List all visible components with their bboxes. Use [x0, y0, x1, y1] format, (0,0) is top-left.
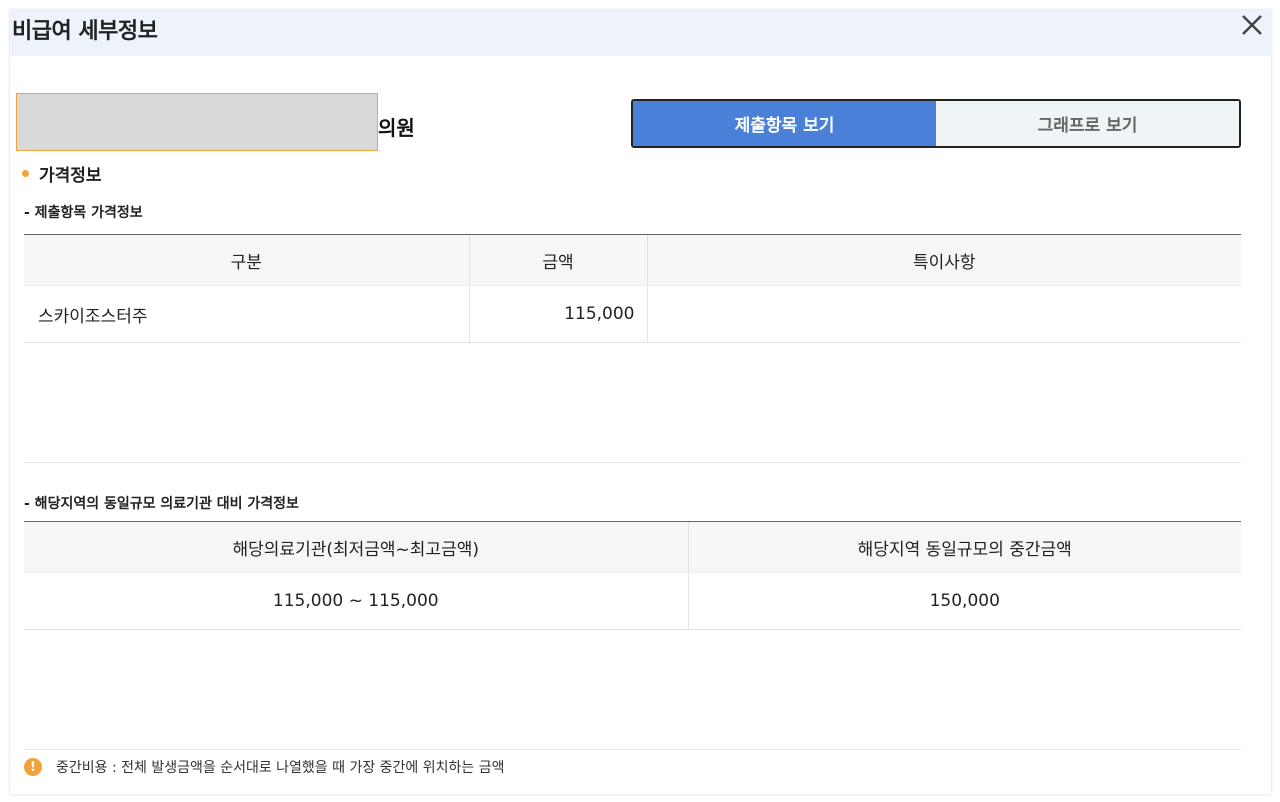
view-toggle: 제출항목 보기 그래프로 보기: [631, 99, 1241, 148]
footnote-text: 중간비용 : 전체 발생금액을 순서대로 나열했을 때 가장 중간에 위치하는 …: [56, 760, 505, 776]
submitted-price-subtitle: - 제출항목 가격정보: [24, 205, 143, 221]
column-header-note: 특이사항: [646, 234, 1241, 286]
close-icon: [1242, 15, 1262, 35]
table-header-row: 해당의료기관(최저금액~최고금액) 해당지역 동일규모의 중간금액: [24, 521, 1241, 573]
price-info-title: 가격정보: [39, 166, 102, 186]
clinic-name-redacted: [16, 93, 378, 151]
column-header-category: 구분: [24, 234, 469, 286]
bullet-dot-icon: [22, 170, 29, 177]
footnote-divider: [24, 749, 1241, 750]
cell-amount: 115,000: [468, 285, 647, 343]
column-header-clinic-range: 해당의료기관(최저금액~최고금액): [24, 521, 688, 573]
close-button[interactable]: [1237, 10, 1267, 44]
cell-note: [646, 285, 1241, 343]
table-row: 115,000 ~ 115,000 150,000: [24, 572, 1241, 630]
cell-price-range: 115,000 ~ 115,000: [24, 572, 688, 630]
table-row: 스카이조스터주 115,000: [24, 285, 1241, 343]
submitted-price-table: 구분 금액 특이사항 스카이조스터주 115,000: [24, 234, 1241, 343]
clinic-name-suffix: 의원: [378, 116, 415, 140]
modal-header: 비급여 세부정보: [10, 10, 1271, 56]
column-header-amount: 금액: [468, 234, 647, 286]
submitted-items-view-button[interactable]: 제출항목 보기: [633, 101, 936, 146]
price-info-heading: 가격정보: [22, 161, 102, 186]
graph-view-button[interactable]: 그래프로 보기: [936, 101, 1239, 146]
column-header-regional-median: 해당지역 동일규모의 중간금액: [687, 521, 1241, 573]
cell-median-price: 150,000: [687, 572, 1241, 630]
warning-icon: !: [24, 758, 42, 776]
table-header-row: 구분 금액 특이사항: [24, 234, 1241, 286]
section-divider: [24, 462, 1241, 463]
price-detail-modal: 비급여 세부정보 의원 제출항목 보기 그래프로 보기 가격정보 - 제출항목 …: [10, 10, 1271, 794]
cell-item: 스카이조스터주: [24, 285, 469, 343]
regional-price-table: 해당의료기관(최저금액~최고금액) 해당지역 동일규모의 중간금액 115,00…: [24, 521, 1241, 630]
footnote: ! 중간비용 : 전체 발생금액을 순서대로 나열했을 때 가장 중간에 위치하…: [24, 757, 505, 777]
modal-title: 비급여 세부정보: [12, 19, 158, 44]
regional-price-subtitle: - 해당지역의 동일규모 의료기관 대비 가격정보: [24, 496, 299, 512]
